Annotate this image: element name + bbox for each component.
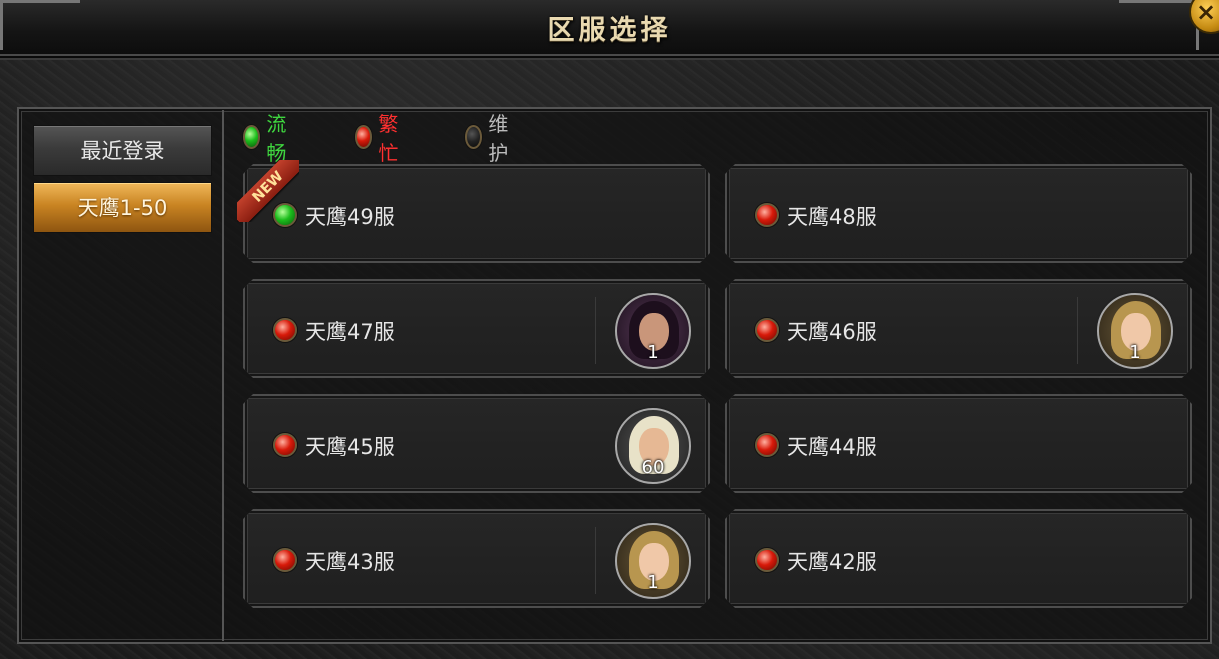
status-dark-icon: [465, 125, 483, 149]
status-red-icon: [755, 433, 779, 457]
tab-recent-login[interactable]: 最近登录: [33, 125, 212, 176]
new-badge: NEW: [237, 160, 299, 222]
legend-busy-label: 繁忙: [378, 112, 399, 165]
character-avatar: 1: [615, 523, 691, 599]
status-red-icon: [273, 318, 297, 342]
status-red-icon: [273, 548, 297, 572]
server-card[interactable]: 天鹰49服: [243, 164, 710, 263]
card-divider: [595, 297, 596, 364]
card-divider: [595, 527, 596, 594]
status-red-icon: [355, 125, 373, 149]
character-avatar: 1: [615, 293, 691, 369]
status-green-icon: [243, 125, 261, 149]
server-name: 天鹰49服: [305, 205, 395, 229]
status-red-icon: [273, 433, 297, 457]
server-name: 天鹰43服: [305, 550, 395, 574]
character-level: 1: [1129, 342, 1141, 363]
legend-busy: 繁忙: [355, 112, 405, 165]
server-card[interactable]: 天鹰42服: [725, 509, 1192, 608]
sidebar-divider: [222, 110, 224, 641]
server-name: 天鹰45服: [305, 435, 395, 459]
legend-smooth-label: 流畅: [266, 112, 287, 165]
server-name: 天鹰42服: [787, 550, 877, 574]
status-red-icon: [755, 203, 779, 227]
window-title: 区服选择: [547, 15, 672, 46]
card-divider: [1077, 297, 1078, 364]
server-card[interactable]: 天鹰44服: [725, 394, 1192, 493]
character-level: 1: [647, 342, 659, 363]
server-card[interactable]: 天鹰47服 1: [243, 279, 710, 378]
legend-maintenance: 维护: [465, 112, 515, 165]
server-name: 天鹰46服: [787, 320, 877, 344]
character-avatar: 1: [1097, 293, 1173, 369]
status-red-icon: [755, 318, 779, 342]
new-badge-label: NEW: [237, 160, 299, 222]
server-name: 天鹰47服: [305, 320, 395, 344]
character-level: 1: [647, 572, 659, 593]
server-card[interactable]: 天鹰43服 1: [243, 509, 710, 608]
server-card[interactable]: 天鹰46服 1: [725, 279, 1192, 378]
server-name: 天鹰48服: [787, 205, 877, 229]
server-name: 天鹰44服: [787, 435, 877, 459]
server-card[interactable]: 天鹰48服: [725, 164, 1192, 263]
legend-maintenance-label: 维护: [488, 112, 509, 165]
tab-server-group[interactable]: 天鹰1-50: [33, 182, 212, 233]
status-red-icon: [755, 548, 779, 572]
legend-smooth: 流畅: [243, 112, 293, 165]
server-card[interactable]: 天鹰45服 60: [243, 394, 710, 493]
title-bar: 区服选择 ×: [0, 0, 1219, 56]
character-level: 60: [641, 457, 665, 478]
close-icon: ×: [1195, 0, 1217, 26]
character-avatar: 60: [615, 408, 691, 484]
